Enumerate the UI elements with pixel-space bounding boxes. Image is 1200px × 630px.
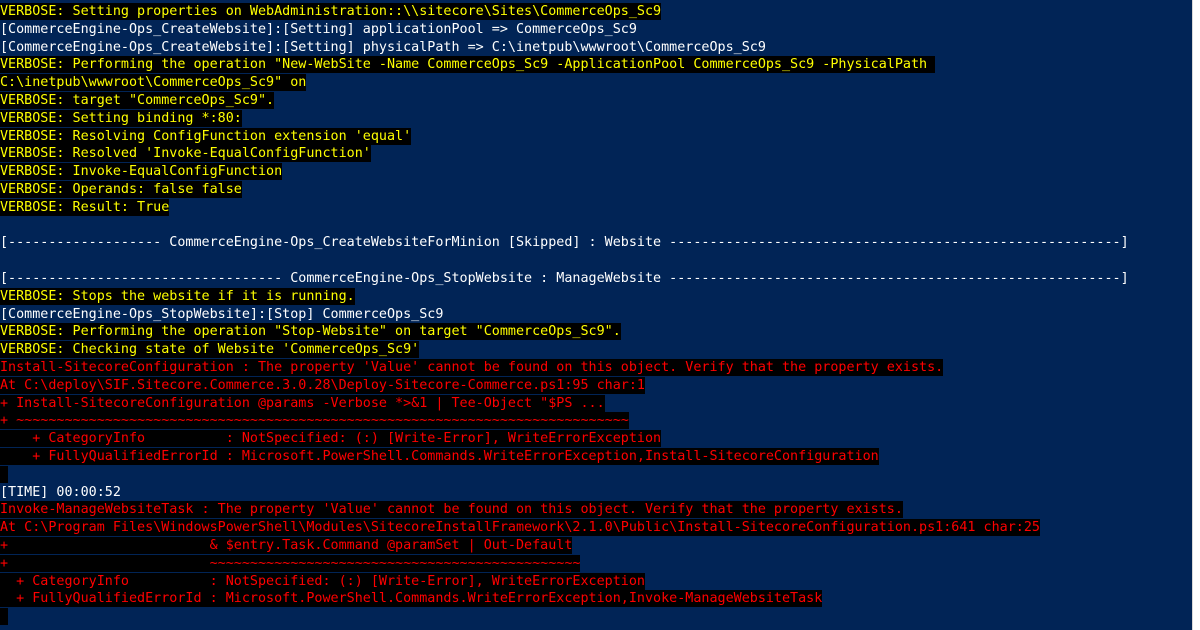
console-verbose-line: VERBOSE: Setting binding *:80: <box>0 109 1129 128</box>
console-error-line: + CategoryInfo : NotSpecified: (:) [Writ… <box>0 430 1129 448</box>
console-verbose-line: VERBOSE: Checking state of Website 'Comm… <box>0 341 1129 359</box>
console-line-text: Invoke-ManageWebsiteTask : The property … <box>0 501 903 519</box>
console-verbose-line: VERBOSE: Invoke-EqualConfigFunction <box>0 163 1129 181</box>
console-line-text: [---------------------------------- Comm… <box>0 270 1129 286</box>
console-line-text: At C:\deploy\SIF.Sitecore.Commerce.3.0.2… <box>0 376 645 394</box>
console-line-text: [------------------- CommerceEngine-Ops_… <box>0 235 1129 251</box>
console-line-text: [CommerceEngine-Ops_StopWebsite]:[Stop] … <box>0 306 444 322</box>
console-error-line <box>0 465 1129 484</box>
console-output-line: [---------------------------------- Comm… <box>0 270 1129 288</box>
console-error-line: Invoke-ManageWebsiteTask : The property … <box>0 501 1129 519</box>
console-line-text: VERBOSE: Setting properties on WebAdmini… <box>0 3 662 20</box>
console-error-line: + ~~~~~~~~~~~~~~~~~~~~~~~~~~~~~~~~~~~~~~… <box>0 554 1129 573</box>
console-verbose-line: VERBOSE: Stops the website if it is runn… <box>0 287 1129 306</box>
console-line-text: VERBOSE: Setting binding *:80: <box>0 109 242 127</box>
console-line-text: + & $entry.Task.Command @paramSet | Out-… <box>0 536 573 554</box>
console-error-line: + FullyQualifiedErrorId : Microsoft.Powe… <box>0 447 1129 466</box>
console-verbose-line: VERBOSE: Setting properties on WebAdmini… <box>0 3 1129 21</box>
console-line-text: VERBOSE: Checking state of Website 'Comm… <box>0 341 420 359</box>
console-verbose-line: VERBOSE: Resolved 'Invoke-EqualConfigFun… <box>0 145 1129 163</box>
console-error-line: Install-SitecoreConfiguration : The prop… <box>0 358 1129 377</box>
console-line-text: VERBOSE: Stops the website if it is runn… <box>0 287 355 305</box>
console-output: VERBOSE: Setting properties on WebAdmini… <box>0 3 1129 626</box>
console-output-line: [CommerceEngine-Ops_StopWebsite]:[Stop] … <box>0 306 1129 324</box>
console-line-text: + FullyQualifiedErrorId : Microsoft.Powe… <box>0 447 879 465</box>
console-verbose-line: VERBOSE: target "CommerceOps_Sc9". <box>0 91 1129 110</box>
console-line-text: + CategoryInfo : NotSpecified: (:) [Writ… <box>0 430 662 448</box>
console-line-text: VERBOSE: Result: True <box>0 198 170 216</box>
console-line-text <box>0 608 9 626</box>
console-line-text: VERBOSE: target "CommerceOps_Sc9". <box>0 91 275 109</box>
console-error-line: At C:\Program Files\WindowsPowerShell\Mo… <box>0 519 1129 537</box>
powershell-console[interactable]: VERBOSE: Setting properties on WebAdmini… <box>0 0 1192 630</box>
console-output-line: [CommerceEngine-Ops_CreateWebsite]:[Sett… <box>0 39 1129 57</box>
console-output-line: [CommerceEngine-Ops_CreateWebsite]:[Sett… <box>0 21 1129 39</box>
console-scrollbar[interactable] <box>1192 0 1200 630</box>
console-line-text: At C:\Program Files\WindowsPowerShell\Mo… <box>0 519 1040 537</box>
console-line-text: [CommerceEngine-Ops_CreateWebsite]:[Sett… <box>0 21 637 37</box>
console-output-line: [------------------- CommerceEngine-Ops_… <box>0 234 1129 252</box>
console-line-text: + ~~~~~~~~~~~~~~~~~~~~~~~~~~~~~~~~~~~~~~… <box>0 554 581 572</box>
console-error-line: + & $entry.Task.Command @paramSet | Out-… <box>0 536 1129 555</box>
console-line-text: VERBOSE: Resolved 'Invoke-EqualConfigFun… <box>0 145 371 163</box>
console-verbose-line: VERBOSE: Resolving ConfigFunction extens… <box>0 127 1129 146</box>
console-error-line: + FullyQualifiedErrorId : Microsoft.Powe… <box>0 590 1129 608</box>
console-line-text: [TIME] 00:00:52 <box>0 484 121 500</box>
console-line-text: [CommerceEngine-Ops_CreateWebsite]:[Sett… <box>0 39 766 55</box>
console-error-line <box>0 608 1129 626</box>
console-line-text: + FullyQualifiedErrorId : Microsoft.Powe… <box>0 590 823 608</box>
console-line-text: + Install-SitecoreConfiguration @params … <box>0 394 605 412</box>
console-line-text: VERBOSE: Performing the operation "New-W… <box>0 56 936 74</box>
console-verbose-line: VERBOSE: Performing the operation "Stop-… <box>0 323 1129 341</box>
console-line-text: VERBOSE: Resolving ConfigFunction extens… <box>0 127 412 145</box>
console-line-text: VERBOSE: Operands: false false <box>0 180 242 198</box>
console-line-text: VERBOSE: Performing the operation "Stop-… <box>0 323 621 341</box>
console-line-text: Install-SitecoreConfiguration : The prop… <box>0 358 944 376</box>
console-error-line: At C:\deploy\SIF.Sitecore.Commerce.3.0.2… <box>0 376 1129 395</box>
console-line-text: VERBOSE: Invoke-EqualConfigFunction <box>0 163 283 181</box>
console-line-text: + ~~~~~~~~~~~~~~~~~~~~~~~~~~~~~~~~~~~~~~… <box>0 412 629 430</box>
console-verbose-line: C:\inetpub\wwwroot\CommerceOps_Sc9" on <box>0 74 1129 92</box>
console-verbose-line: VERBOSE: Result: True <box>0 198 1129 217</box>
console-line-text <box>0 465 9 483</box>
console-output-line: [TIME] 00:00:52 <box>0 484 1129 502</box>
console-error-line: + CategoryInfo : NotSpecified: (:) [Writ… <box>0 572 1129 591</box>
console-verbose-line: VERBOSE: Performing the operation "New-W… <box>0 56 1129 74</box>
console-line-text: + CategoryInfo : NotSpecified: (:) [Writ… <box>0 572 645 590</box>
console-error-line: + Install-SitecoreConfiguration @params … <box>0 394 1129 413</box>
console-line-text: C:\inetpub\wwwroot\CommerceOps_Sc9" on <box>0 74 307 92</box>
console-verbose-line: VERBOSE: Operands: false false <box>0 180 1129 199</box>
console-error-line: + ~~~~~~~~~~~~~~~~~~~~~~~~~~~~~~~~~~~~~~… <box>0 412 1129 430</box>
